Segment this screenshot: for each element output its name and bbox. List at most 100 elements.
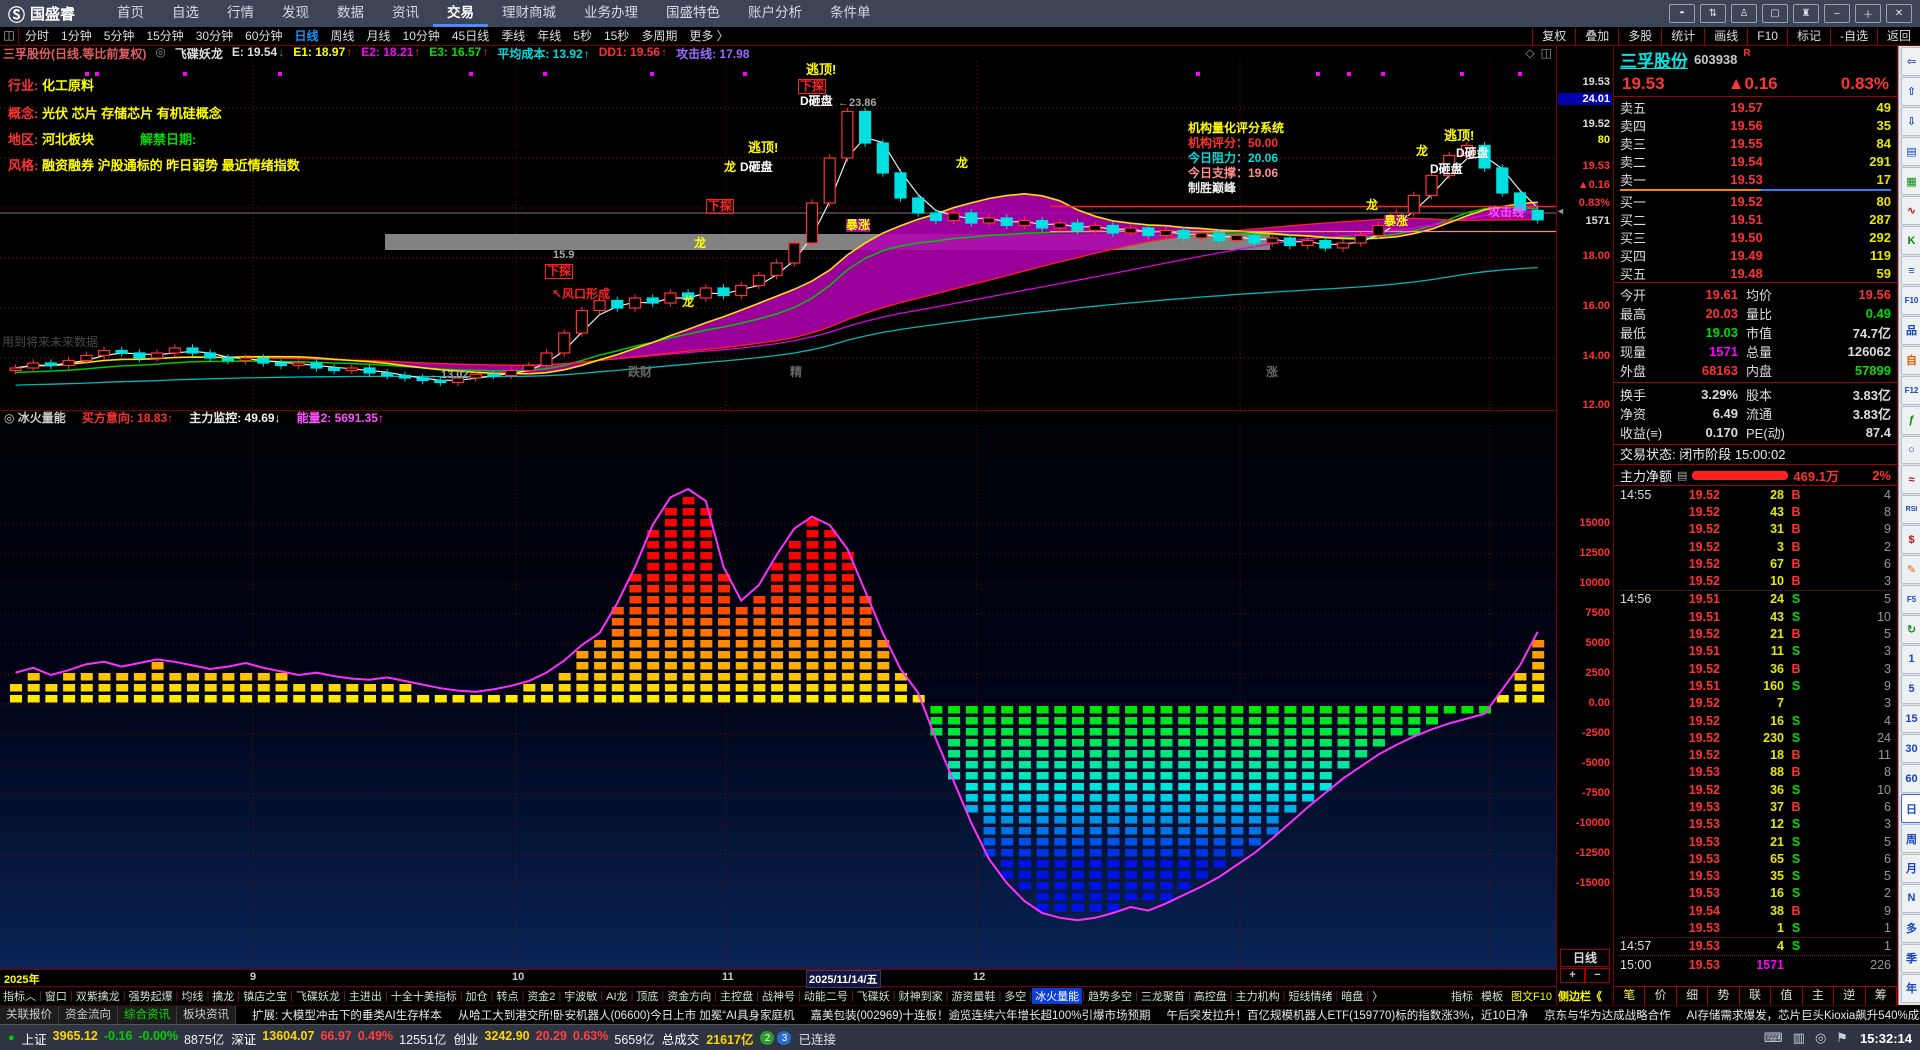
news-headline[interactable]: AI存储需求爆发，芯片巨头Kioxia飙升540%成年度“ (1687, 1007, 1920, 1023)
period-1分钟[interactable]: 1分钟 (55, 28, 98, 45)
tool-叠加[interactable]: 叠加 (1575, 27, 1618, 45)
panel-icon[interactable]: ◫ (1541, 46, 1552, 60)
quote-tab-笔[interactable]: 笔 (1614, 987, 1646, 1005)
table-icon[interactable]: ▦ (1900, 166, 1920, 196)
indicator-tab-加仓[interactable]: 加仓 (463, 988, 491, 1004)
period-year-button[interactable]: 年 (1900, 973, 1920, 1003)
message-icon[interactable]: ◓ (1669, 4, 1695, 23)
period-分时[interactable]: 分时 (19, 28, 55, 45)
quote-tab-价[interactable]: 价 (1645, 987, 1677, 1005)
indicator-tab-转点[interactable]: 转点 (493, 988, 521, 1004)
news-headline[interactable]: 京东与华为达成战略合作 (1544, 1007, 1671, 1023)
circle-icon[interactable]: ○ (1900, 435, 1920, 465)
rsi-button[interactable]: RSI (1900, 495, 1920, 525)
keyboard-icon[interactable]: ⌨ (1764, 1030, 1783, 1046)
period-周线[interactable]: 周线 (324, 28, 360, 45)
menu-item-发现[interactable]: 发现 (268, 0, 323, 27)
device-icon[interactable]: ▥ (1793, 1030, 1805, 1046)
indicator-tab-多空[interactable]: 多空 (1001, 988, 1029, 1004)
indicator-tab-十全十美指标[interactable]: 十全十美指标 (388, 988, 460, 1004)
target-icon[interactable]: ◎ (1815, 1030, 1826, 1046)
tool-标记[interactable]: 标记 (1786, 27, 1830, 45)
news-headline[interactable]: 嘉美包装(002969)十连板！逾览连续六年增长超100%引爆市场预期 (811, 1007, 1151, 1023)
volume-energy-chart[interactable] (0, 424, 1556, 970)
list-icon[interactable]: ≡ (1900, 256, 1920, 286)
indicator-tab-飞碟妖[interactable]: 飞碟妖 (854, 988, 893, 1004)
collapse-arrow-icon[interactable]: ◄ (1556, 206, 1565, 216)
period-日线[interactable]: 日线 (288, 28, 324, 45)
wave-icon[interactable]: ≈ (1900, 465, 1920, 495)
period-5-button[interactable]: 5 (1900, 674, 1920, 704)
switch-icon[interactable]: ⇅ (1700, 4, 1726, 23)
tool-画线[interactable]: 画线 (1704, 27, 1747, 45)
indicator-tab-强势起爆[interactable]: 强势起爆 (126, 988, 176, 1004)
period-更多 〉[interactable]: 更多 〉 (683, 28, 734, 45)
indicator-tab-窗口[interactable]: 窗口 (42, 988, 70, 1004)
zoom-in-button[interactable]: + (1560, 968, 1585, 983)
tool--自选[interactable]: -自选 (1829, 27, 1877, 45)
quote-tab-值[interactable]: 值 (1771, 987, 1803, 1005)
news-headline[interactable]: 扩展: 大模型冲击下的垂类AI生存样本 (252, 1007, 442, 1023)
index-quote-创业[interactable]: 创业 3242.90 20.29 0.63% 5659亿 (453, 1029, 654, 1048)
period-45日线[interactable]: 45日线 (446, 28, 495, 45)
zoom-out-button[interactable]: − (1585, 968, 1610, 983)
indicator-tab-双紫擒龙[interactable]: 双紫擒龙 (73, 988, 123, 1004)
indicator-tab-〉[interactable]: 〉 (1369, 988, 1386, 1004)
scroll-up-icon[interactable]: ⇧ (1900, 76, 1920, 106)
menu-item-账户分析[interactable]: 账户分析 (734, 0, 816, 27)
indicator-tab-暗盘[interactable]: 暗盘 (1338, 988, 1366, 1004)
news-tab-关联报价[interactable]: 关联报价 (0, 1006, 59, 1024)
assistant-icon[interactable]: ♙ (1731, 4, 1757, 23)
money-icon[interactable]: $ (1900, 525, 1920, 555)
f5-button[interactable]: F5 (1900, 585, 1920, 614)
indicator-tab-指标︿[interactable]: 指标︿ (0, 988, 39, 1004)
news-tab-资金流向[interactable]: 资金流向 (59, 1006, 118, 1024)
quote-tab-联[interactable]: 联 (1740, 987, 1772, 1005)
menu-item-数据[interactable]: 数据 (323, 0, 378, 27)
index-quote-上证[interactable]: 上证 3965.12 -0.16 -0.00% 8875亿 (22, 1029, 225, 1048)
menu-item-条件单[interactable]: 条件单 (816, 0, 885, 27)
graphic-f10-button[interactable]: 图文F10 (1511, 988, 1552, 1004)
period-n-button[interactable]: N (1900, 883, 1920, 913)
period-multi-button[interactable]: 多 (1900, 913, 1920, 943)
indicator-tab-资金方向[interactable]: 资金方向 (664, 988, 714, 1004)
indicator-tab-三龙聚首[interactable]: 三龙聚首 (1138, 988, 1188, 1004)
indicator-tab-主控盘[interactable]: 主控盘 (717, 988, 756, 1004)
menu-item-业务办理[interactable]: 业务办理 (570, 0, 652, 27)
news-tab-综合资讯[interactable]: 综合资讯 (118, 1006, 177, 1024)
close-button[interactable]: ✕ (1886, 4, 1912, 23)
indicator-tab-擒龙[interactable]: 擒龙 (209, 988, 237, 1004)
news-headline[interactable]: 午后突发拉升！百亿规模机器人ETF(159770)标的指数涨3%，近10日净 (1166, 1007, 1528, 1023)
indicator-tab-镇店之宝[interactable]: 镇店之宝 (240, 988, 290, 1004)
indicator-tab-短线情绪[interactable]: 短线情绪 (1285, 988, 1335, 1004)
indicator-tab-主进出[interactable]: 主进出 (346, 988, 385, 1004)
period-10分钟[interactable]: 10分钟 (397, 28, 446, 45)
tabs-right-模板[interactable]: 模板 (1481, 988, 1503, 1004)
menu-item-资讯[interactable]: 资讯 (378, 0, 433, 27)
f10-button[interactable]: F10 (1900, 286, 1920, 316)
detail-icon[interactable]: ▤ (1677, 469, 1687, 482)
custom-icon[interactable]: 自 (1900, 345, 1920, 375)
indicator-tab-资金2[interactable]: 资金2 (524, 988, 558, 1004)
period-月线[interactable]: 月线 (361, 28, 397, 45)
f12-button[interactable]: F12 (1900, 375, 1920, 405)
period-month-button[interactable]: 月 (1900, 854, 1920, 883)
tool-多股[interactable]: 多股 (1618, 27, 1661, 45)
period-5秒[interactable]: 5秒 (567, 28, 598, 45)
indicator-tab-冰火量能[interactable]: 冰火量能 (1032, 988, 1083, 1005)
indicator-tab-顶底[interactable]: 顶底 (633, 988, 661, 1004)
refresh-icon[interactable]: ↻ (1900, 614, 1920, 644)
calendar-icon[interactable]: ▤ (1900, 136, 1920, 166)
menu-item-国盛特色[interactable]: 国盛特色 (652, 0, 734, 27)
menu-item-行情[interactable]: 行情 (213, 0, 268, 27)
structure-icon[interactable]: 品 (1900, 316, 1920, 345)
sidebar-toggle[interactable]: 侧边栏《 (1558, 988, 1602, 1004)
menu-item-自选[interactable]: 自选 (158, 0, 213, 27)
quote-tab-逆[interactable]: 逆 (1834, 987, 1866, 1005)
indicator-tab-战神号[interactable]: 战神号 (759, 988, 798, 1004)
tool-返回[interactable]: 返回 (1876, 27, 1920, 45)
alert-icon[interactable]: ⚑ (1836, 1030, 1848, 1046)
period-30-button[interactable]: 30 (1900, 734, 1920, 764)
period-60分钟[interactable]: 60分钟 (239, 28, 288, 45)
index-quote-深证[interactable]: 深证 13604.07 66.97 0.49% 12551亿 (231, 1029, 446, 1048)
